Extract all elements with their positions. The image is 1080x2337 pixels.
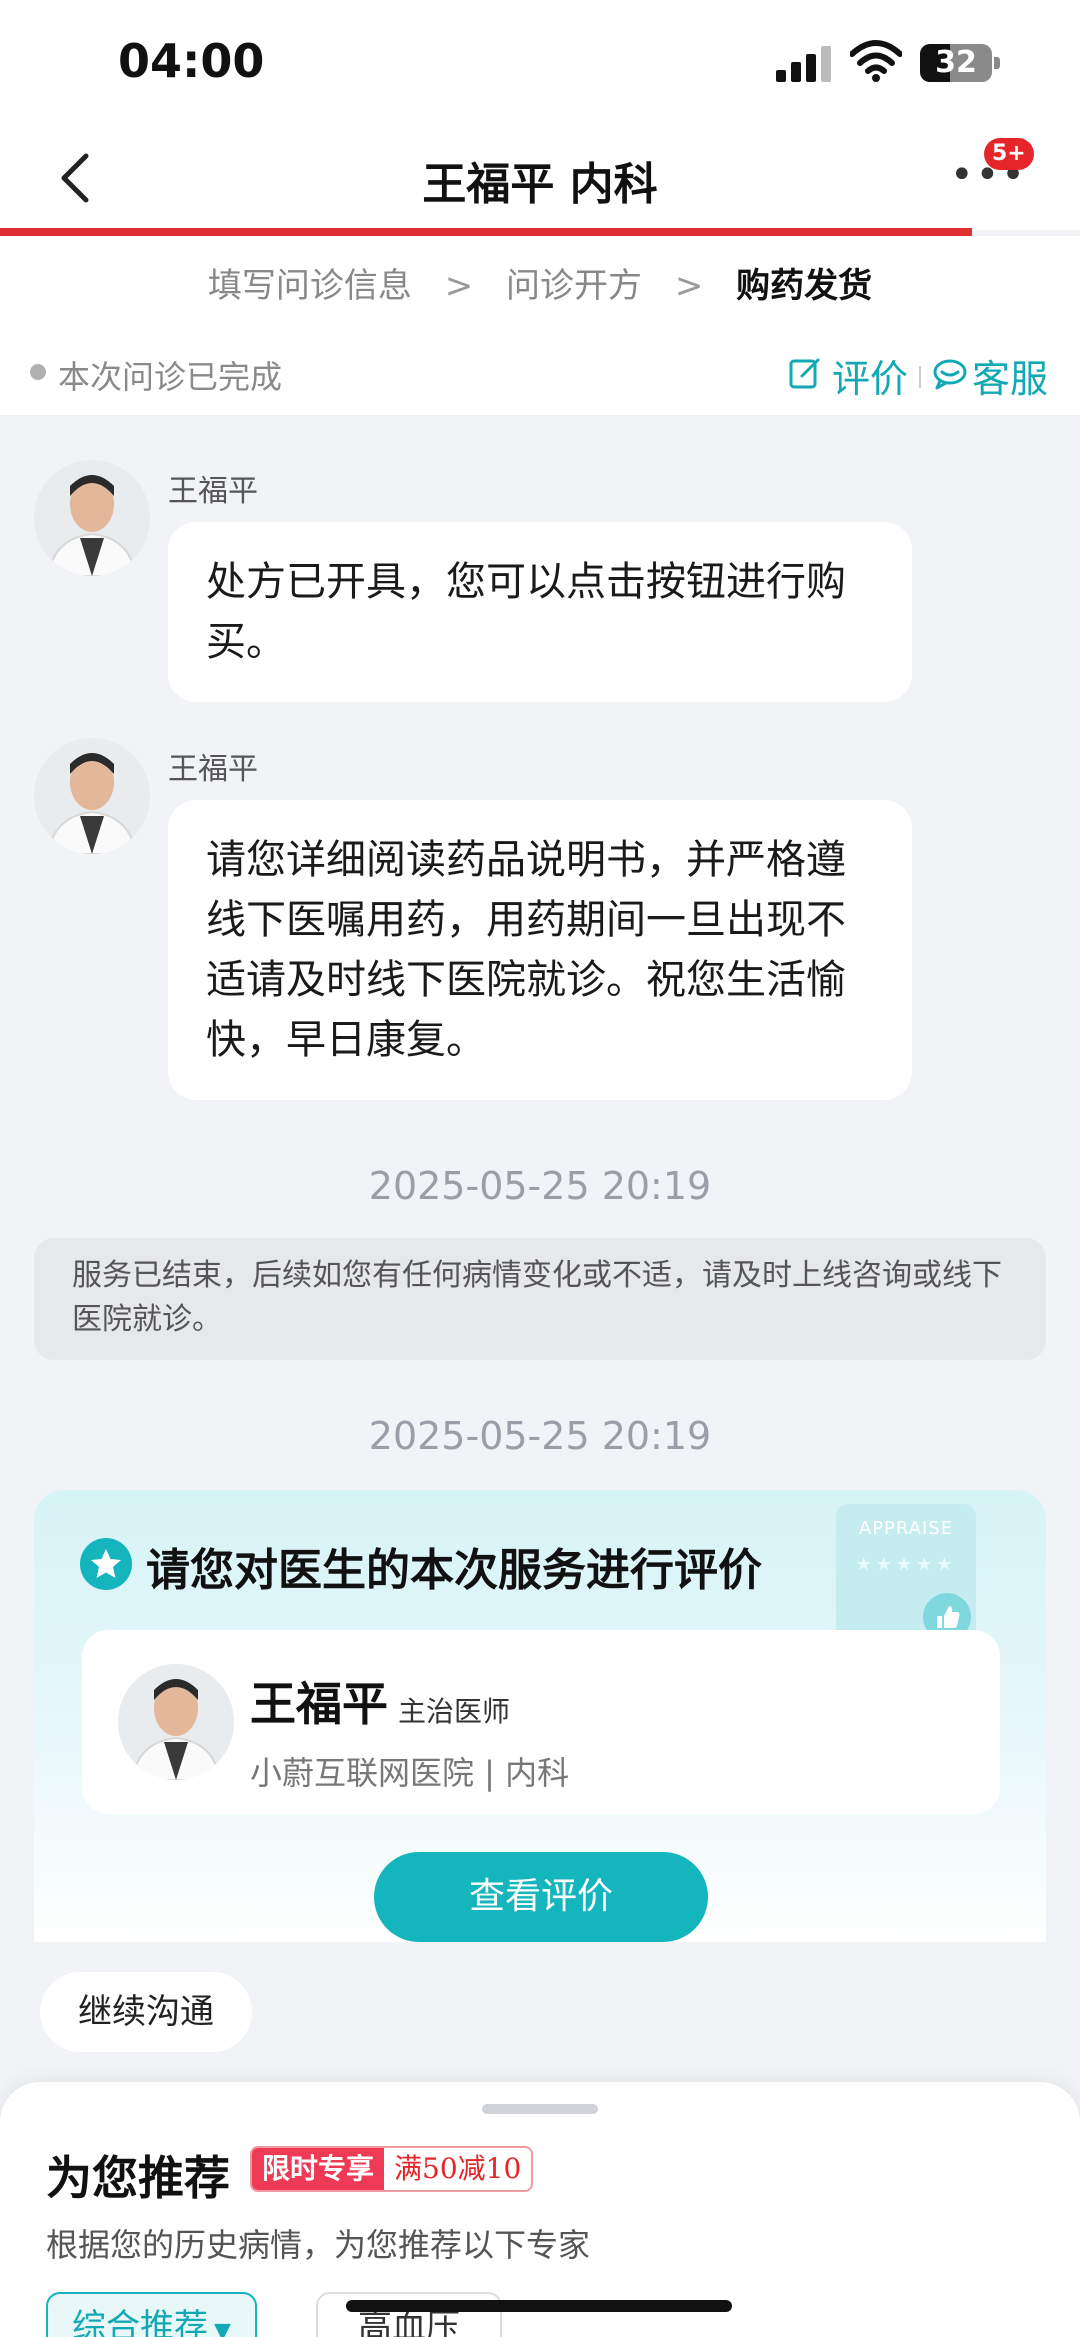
progress-line — [0, 228, 972, 236]
step-fill-info: 填写问诊信息 — [207, 266, 412, 306]
sheet-drag-handle[interactable] — [482, 2104, 598, 2114]
star-badge-icon — [80, 1538, 132, 1590]
nav-bar: 王福平 内科 ••• 5+ — [0, 130, 1080, 230]
doctor-info-card[interactable]: 王福平 主治医师 小蔚互联网医院 | 内科 — [82, 1630, 1000, 1814]
doctor-avatar[interactable] — [118, 1664, 234, 1780]
service-ended-notice: 服务已结束，后续如您有任何病情变化或不适，请及时上线咨询或线下医院就诊。 — [34, 1238, 1046, 1360]
doctor-hospital: 小蔚互联网医院 | 内科 — [250, 1754, 570, 1792]
recommend-subtitle: 根据您的历史病情，为您推荐以下专家 — [46, 2226, 591, 2264]
notification-badge: 5+ — [984, 138, 1034, 170]
doctor-title: 主治医师 — [398, 1695, 511, 1728]
status-time: 04:00 — [118, 34, 265, 88]
step-indicator: 填写问诊信息 > 问诊开方 > 购药发货 — [0, 236, 1080, 326]
home-indicator — [346, 2300, 732, 2312]
step-purchase-ship: 购药发货 — [736, 266, 873, 306]
step-separator: > — [674, 266, 704, 306]
message-sender: 王福平 — [168, 752, 258, 787]
message-bubble: 请您详细阅读药品说明书，并严格遵线下医嘱用药，用药期间一旦出现不适请及时线下医院… — [168, 800, 912, 1100]
doctor-avatar[interactable] — [34, 460, 150, 576]
doctor-name: 王福平 — [250, 1677, 388, 1731]
customer-service-link[interactable]: 客服 — [972, 348, 1048, 403]
cellular-signal-icon — [776, 46, 831, 82]
consult-status-text: 本次问诊已完成 — [58, 358, 283, 396]
battery-level: 32 — [935, 45, 977, 80]
status-bar: 04:00 32 — [0, 0, 1080, 130]
edit-icon[interactable] — [788, 356, 822, 390]
view-review-button[interactable]: 查看评价 — [374, 1852, 708, 1942]
doctor-avatar-icon — [34, 738, 150, 854]
appraise-word: APPRAISE — [858, 1518, 954, 1539]
status-dot — [30, 364, 46, 380]
step-separator: > — [444, 266, 474, 306]
review-card: 请您对医生的本次服务进行评价 APPRAISE ★★★★★ 王福平 主治医师 小… — [34, 1490, 1046, 1942]
divider — [919, 366, 921, 388]
recommendation-sheet: 为您推荐 限时专享 满50减10 根据您的历史病情，为您推荐以下专家 综合推荐 ▼ … — [0, 2082, 1080, 2337]
rating-stars-icon: ★★★★★ — [855, 1554, 957, 1575]
filter-tab-hypertension[interactable]: 高血压 — [316, 2292, 502, 2337]
caret-down-icon: ▼ — [214, 2319, 231, 2337]
doctor-avatar[interactable] — [34, 738, 150, 854]
message-timestamp: 2025-05-25 20:19 — [368, 1414, 712, 1458]
recommend-title: 为您推荐 — [46, 2151, 230, 2205]
step-prescribe: 问诊开方 — [506, 266, 642, 306]
doctor-avatar-icon — [34, 460, 150, 576]
consult-status-row: 本次问诊已完成 评价 客服 — [0, 326, 1080, 416]
page-title: 王福平 内科 — [422, 159, 658, 210]
message-sender: 王福平 — [168, 474, 258, 509]
message-timestamp: 2025-05-25 20:19 — [368, 1164, 712, 1208]
promo-tag: 限时专享 — [252, 2148, 385, 2190]
filter-tab-comprehensive[interactable]: 综合推荐 ▼ — [46, 2292, 257, 2337]
message-bubble: 处方已开具，您可以点击按钮进行购买。 — [168, 522, 912, 702]
doctor-avatar-icon — [118, 1664, 234, 1780]
battery-icon: 32 — [920, 44, 1000, 82]
review-title: 请您对医生的本次服务进行评价 — [146, 1545, 762, 1596]
continue-chat-button[interactable]: 继续沟通 — [40, 1972, 252, 2052]
promo-deal: 满50减10 — [394, 2152, 522, 2185]
filter-label: 综合推荐 — [72, 2307, 208, 2337]
evaluate-link[interactable]: 评价 — [832, 348, 908, 403]
customer-service-icon[interactable] — [932, 358, 968, 390]
wifi-icon — [850, 40, 902, 82]
promo-badge[interactable]: 限时专享 满50减10 — [250, 2146, 534, 2192]
